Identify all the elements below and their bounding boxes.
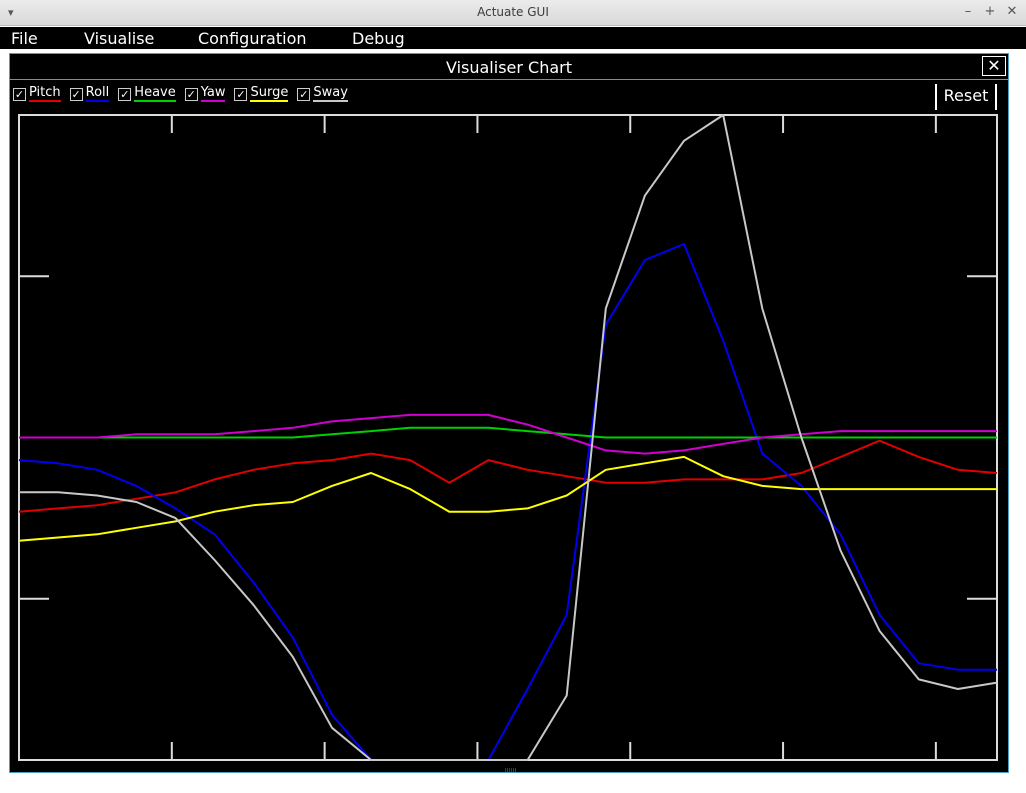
surge-label: Surge [250, 85, 289, 102]
legend-item-heave[interactable]: ✓ Heave [118, 85, 176, 102]
legend-item-pitch[interactable]: ✓ Pitch [13, 86, 61, 102]
pitch-checkbox[interactable]: ✓ [13, 87, 26, 101]
resize-grip-icon[interactable] [505, 768, 517, 772]
menu-configuration[interactable]: Configuration [198, 29, 307, 48]
menu-debug[interactable]: Debug [352, 29, 405, 48]
heave-checkbox[interactable]: ✓ [118, 87, 132, 101]
legend-item-yaw[interactable]: ✓ Yaw [184, 85, 226, 102]
minimize-icon[interactable]: – [960, 3, 976, 21]
window-title: Actuate GUI [477, 5, 549, 19]
maximize-icon[interactable]: + [982, 3, 998, 21]
sway-label: Sway [313, 85, 348, 102]
close-window-icon[interactable]: ✕ [1004, 3, 1020, 21]
panel-close-button[interactable]: ✕ [982, 56, 1006, 76]
legend-item-roll[interactable]: ✓ Roll [69, 85, 110, 102]
sway-checkbox[interactable]: ✓ [297, 87, 311, 101]
roll-checkbox[interactable]: ✓ [69, 87, 83, 101]
legend-item-surge[interactable]: ✓ Surge [234, 85, 289, 102]
panel-title: Visualiser Chart [445, 58, 573, 77]
chart-plot[interactable] [18, 114, 1000, 762]
menu-visualise[interactable]: Visualise [84, 29, 154, 48]
yaw-checkbox[interactable]: ✓ [184, 87, 198, 101]
yaw-label: Yaw [200, 85, 226, 102]
panel-divider [10, 79, 1008, 80]
pitch-label: Pitch [29, 85, 61, 102]
series-legend: ✓ Pitch ✓ Roll ✓ Heave ✓ Yaw ✓ Surge ✓ Sway [13, 86, 348, 102]
menu-bar: File Visualise Configuration Debug [0, 27, 1026, 49]
menu-file[interactable]: File [11, 29, 38, 48]
legend-item-sway[interactable]: ✓ Sway [297, 86, 348, 102]
heave-label: Heave [134, 85, 176, 102]
surge-checkbox[interactable]: ✓ [234, 87, 248, 101]
roll-label: Roll [85, 85, 110, 102]
reset-button[interactable]: Reset [935, 84, 997, 110]
title-bar: ▾ Actuate GUI – + ✕ [0, 0, 1026, 26]
